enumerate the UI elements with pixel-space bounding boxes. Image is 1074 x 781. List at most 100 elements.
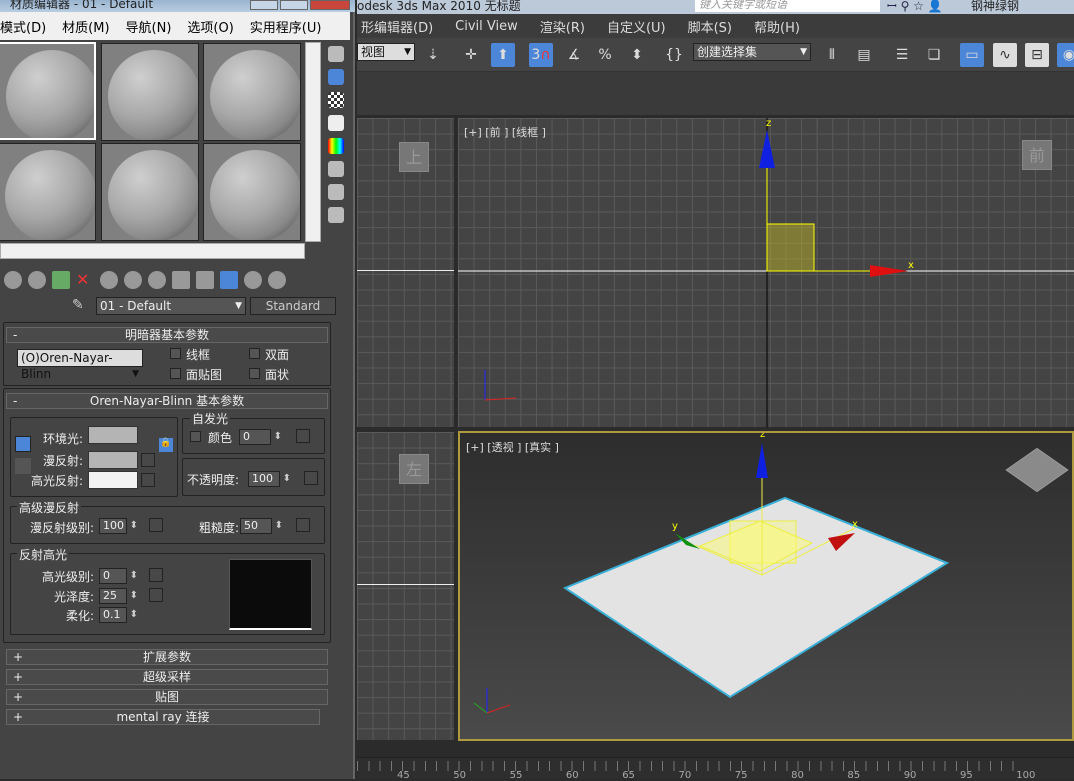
sample-horizontal-scrollbar[interactable] (0, 243, 305, 259)
diffuse-level-spinner[interactable]: 100 (99, 518, 138, 534)
curve-editor-icon[interactable]: ∿ (993, 43, 1017, 67)
search-input[interactable]: 键入关键字或短语 (695, 0, 880, 12)
menu-options[interactable]: 选项(O) (187, 17, 233, 36)
video-color-check-icon[interactable] (328, 138, 344, 154)
supersampling-rollout[interactable]: + 超级采样 (6, 669, 328, 685)
lock-icon[interactable]: 🔒 (159, 438, 173, 452)
perspective-viewport[interactable]: [+] [透视 ] [真实 ] z y x (458, 431, 1074, 741)
menu-customize[interactable]: 自定义(U) (607, 17, 666, 36)
specular-level-spinner[interactable]: 0 (99, 568, 138, 584)
minimize-button[interactable] (250, 0, 278, 10)
menu-material[interactable]: 材质(M) (62, 17, 109, 36)
background-checker-icon[interactable] (328, 92, 344, 108)
sample-vertical-scrollbar[interactable] (305, 42, 321, 242)
menu-civil-view[interactable]: Civil View (455, 19, 518, 34)
diffuse-map-button[interactable] (141, 453, 155, 467)
menu-scripting[interactable]: 脚本(S) (688, 17, 732, 36)
schematic-view-icon[interactable]: ⊟ (1025, 43, 1049, 67)
specular-level-map-button[interactable] (149, 568, 163, 582)
material-id-channel-icon[interactable] (172, 271, 190, 289)
material-editor-icon[interactable]: ◉ (1057, 43, 1074, 67)
reset-map-icon[interactable]: ✕ (76, 271, 94, 289)
keyboard-shortcut-override-icon[interactable]: ⬆ (491, 43, 515, 67)
sample-slot[interactable] (101, 43, 199, 141)
faceted-checkbox[interactable] (249, 368, 260, 379)
sample-slot[interactable] (101, 143, 199, 241)
user-name[interactable]: 钢神绿钢 (971, 0, 1019, 14)
self-illum-map-button[interactable] (296, 429, 310, 443)
self-illum-spinner[interactable]: 0 (239, 429, 282, 445)
mental-ray-rollout[interactable]: + mental ray 连接 (6, 709, 320, 725)
menu-navigation[interactable]: 导航(N) (126, 17, 172, 36)
align-icon[interactable]: ▤ (852, 43, 876, 67)
menu-help[interactable]: 帮助(H) (754, 17, 800, 36)
mirror-icon[interactable]: ⫴ (820, 43, 844, 67)
menu-mode[interactable]: 模式(D) (0, 17, 46, 36)
assign-material-icon[interactable] (52, 271, 70, 289)
percent-snap-icon[interactable]: % (593, 43, 617, 67)
two-sided-checkbox[interactable] (249, 348, 260, 359)
viewcube-left[interactable]: 左 (399, 454, 429, 484)
sample-slot[interactable] (203, 43, 301, 141)
sample-slot[interactable] (0, 143, 96, 241)
make-preview-icon[interactable] (328, 161, 344, 177)
soften-spinner[interactable]: 0.1 (99, 607, 138, 623)
show-map-icon[interactable] (196, 271, 214, 289)
extended-parameters-rollout[interactable]: + 扩展参数 (6, 649, 328, 665)
sample-type-icon[interactable] (328, 46, 344, 62)
named-selection-set-dropdown[interactable]: 创建选择集 (693, 43, 811, 61)
opacity-map-button[interactable] (304, 471, 318, 485)
make-unique-icon[interactable] (124, 271, 142, 289)
options-icon[interactable] (328, 184, 344, 200)
sample-slot[interactable] (0, 42, 96, 140)
backlight-icon[interactable] (328, 69, 344, 85)
layer-manager-icon[interactable]: ☰ (890, 43, 914, 67)
edit-named-selection-icon[interactable]: {} (662, 43, 686, 67)
angle-snap-icon[interactable]: ∡ (562, 43, 586, 67)
menu-graph-editors[interactable]: 形编辑器(D) (361, 17, 433, 36)
glossiness-spinner[interactable]: 25 (99, 588, 138, 604)
reference-coordinate-dropdown[interactable]: 视图 (357, 43, 415, 61)
left-viewport[interactable]: 左 (357, 432, 454, 740)
maps-rollout[interactable]: + 贴图 (6, 689, 328, 705)
roughness-map-button[interactable] (296, 518, 310, 532)
basic-rollout-header[interactable]: - Oren-Nayar-Blinn 基本参数 (6, 393, 328, 409)
lock-diffuse-specular-icon[interactable] (15, 458, 31, 474)
spinner-snap-icon[interactable]: ⬍ (625, 43, 649, 67)
scene-explorer-icon[interactable]: ❏ (922, 43, 946, 67)
go-forward-sibling-icon[interactable] (268, 271, 286, 289)
face-map-checkbox[interactable] (170, 368, 181, 379)
select-manipulate-icon[interactable]: ✛ (459, 43, 483, 67)
specular-map-button[interactable] (141, 473, 155, 487)
ambient-color-swatch[interactable] (88, 426, 138, 444)
self-illum-color-checkbox[interactable] (190, 431, 201, 442)
close-button[interactable] (310, 0, 350, 10)
infocenter-icons[interactable]: ꟷ ⚲ ☆ 👤 (887, 0, 943, 14)
glossiness-map-button[interactable] (149, 588, 163, 602)
show-end-result-icon[interactable] (220, 271, 238, 289)
select-by-material-icon[interactable] (328, 207, 344, 223)
menu-rendering[interactable]: 渲染(R) (540, 17, 585, 36)
menu-utilities[interactable]: 实用程序(U) (250, 17, 322, 36)
timeline-ruler[interactable]: 45 50 55 60 65 70 75 80 85 90 95 100 (357, 757, 1074, 781)
sample-slot[interactable] (203, 143, 301, 241)
diffuse-color-swatch[interactable] (88, 451, 138, 469)
viewcube-top[interactable]: 上 (399, 142, 429, 172)
make-copy-icon[interactable] (100, 271, 118, 289)
opacity-spinner[interactable]: 100 (248, 471, 291, 487)
curve-editor-toggle-icon[interactable]: ▭ (960, 43, 984, 67)
put-to-library-icon[interactable] (148, 271, 166, 289)
material-type-button[interactable]: Standard (250, 297, 336, 315)
diffuse-level-map-button[interactable] (149, 518, 163, 532)
lock-ambient-diffuse-icon[interactable] (15, 436, 31, 452)
wire-checkbox[interactable] (170, 348, 181, 359)
shader-dropdown[interactable]: (O)Oren-Nayar-Blinn (17, 349, 143, 382)
pivot-center-icon[interactable]: ⇣ (421, 43, 445, 67)
specular-color-swatch[interactable] (88, 471, 138, 489)
shader-rollout-header[interactable]: - 明暗器基本参数 (6, 327, 328, 343)
uv-tiling-icon[interactable] (328, 115, 344, 131)
material-name-field[interactable]: 01 - Default (96, 297, 246, 315)
top-viewport[interactable]: 上 (357, 118, 454, 427)
maximize-button[interactable] (280, 0, 308, 10)
get-material-icon[interactable] (4, 271, 22, 289)
